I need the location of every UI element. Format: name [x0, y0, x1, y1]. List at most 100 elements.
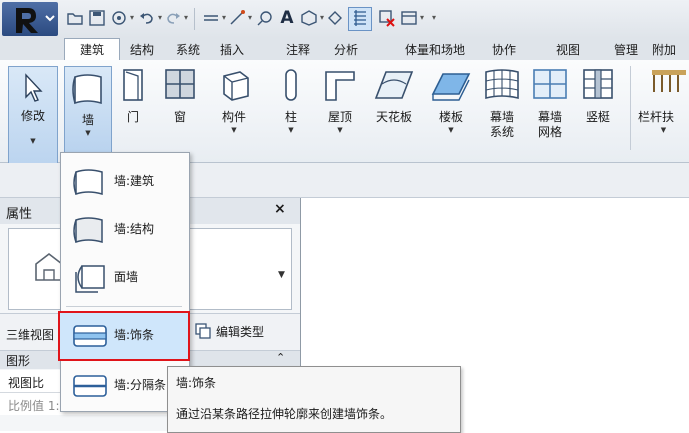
curtain-grid-button[interactable]: 幕墙 网格: [528, 66, 572, 140]
mullion-button[interactable]: 竖梃: [578, 66, 618, 125]
redo-icon[interactable]: [164, 9, 182, 27]
redo-dropdown-icon[interactable]: ▾: [182, 12, 190, 24]
measure-dropdown-icon[interactable]: ▾: [220, 12, 228, 24]
switch-windows-dropdown-icon[interactable]: ▾: [418, 12, 426, 24]
menu-item-wall-structural[interactable]: 墙:结构: [62, 206, 186, 250]
switch-windows-icon[interactable]: [400, 9, 418, 27]
ceiling-button[interactable]: 天花板: [368, 66, 420, 125]
modify-label: 修改: [20, 109, 45, 123]
curtain-system-label: 幕墙 系统: [480, 110, 524, 140]
tab-structure[interactable]: 结构: [122, 40, 162, 60]
ceiling-label: 天花板: [375, 110, 412, 124]
sync-dropdown-icon[interactable]: ▾: [128, 12, 136, 24]
tab-analyze[interactable]: 分析: [326, 40, 366, 60]
revit-logo-icon: [16, 8, 55, 33]
curtain-grid-line2: 网格: [537, 125, 562, 139]
dimension-dropdown-icon[interactable]: ▾: [246, 12, 254, 24]
tab-add-ins[interactable]: 附加: [652, 40, 689, 60]
component-icon: [223, 71, 249, 101]
measure-icon[interactable]: [202, 9, 220, 27]
tab-view[interactable]: 视图: [548, 40, 588, 60]
dimension-icon[interactable]: [228, 9, 246, 27]
door-button[interactable]: 门: [118, 66, 148, 125]
wall-sweep-icon: [73, 325, 107, 347]
thin-lines-icon[interactable]: [348, 7, 372, 31]
tab-architecture[interactable]: 建筑: [64, 38, 120, 61]
roof-icon: [325, 71, 355, 101]
cursor-arrow-icon: [25, 73, 43, 102]
face-wall-icon: [75, 265, 105, 293]
ribbon-separator: [630, 66, 631, 150]
floor-button[interactable]: 楼板 ▼: [426, 66, 476, 135]
menu-item-wall-sweep[interactable]: 墙:饰条: [62, 312, 186, 356]
view-3d-icon[interactable]: [300, 9, 318, 27]
tab-annotate[interactable]: 注释: [278, 40, 318, 60]
section-icon[interactable]: [326, 9, 344, 27]
open-icon[interactable]: [66, 9, 84, 27]
text-icon[interactable]: A: [278, 9, 296, 27]
menu-separator: [66, 306, 182, 307]
floor-dropdown-icon[interactable]: ▼: [426, 125, 476, 135]
ceiling-icon: [374, 71, 414, 99]
floor-label: 楼板: [438, 110, 463, 124]
menu-item-wall-architectural[interactable]: 墙:建筑: [62, 158, 186, 202]
tooltip: 墙:饰条 通过沿某条路径拉伸轮廓来创建墙饰条。: [167, 366, 461, 433]
undo-dropdown-icon[interactable]: ▾: [156, 12, 164, 24]
properties-close-button[interactable]: ×: [274, 201, 286, 217]
mullion-label: 竖梃: [585, 110, 610, 124]
properties-title: 属性: [6, 207, 33, 222]
undo-icon[interactable]: [138, 9, 156, 27]
view-3d-dropdown-icon[interactable]: ▾: [318, 12, 326, 24]
customize-qat-icon[interactable]: ▾: [430, 12, 438, 24]
component-label: 构件: [221, 110, 246, 124]
tag-icon[interactable]: [256, 9, 274, 27]
view-scale-label: 视图比: [8, 376, 45, 390]
tooltip-title: 墙:饰条: [176, 376, 217, 390]
wall-reveal-icon: [73, 375, 107, 397]
edit-type-button[interactable]: 编辑类型: [188, 320, 288, 342]
application-menu-button[interactable]: [2, 2, 58, 36]
modify-button[interactable]: 修改 ▼: [8, 66, 58, 176]
modify-dropdown-icon[interactable]: ▼: [9, 136, 57, 146]
curtain-system-line1: 幕墙: [489, 110, 514, 124]
menu-item-label: 墙:建筑: [114, 174, 155, 188]
curtain-grid-label: 幕墙 网格: [528, 110, 572, 140]
roof-button[interactable]: 屋顶 ▼: [318, 66, 362, 135]
mullion-icon: [583, 69, 613, 99]
sync-icon[interactable]: [110, 9, 128, 27]
view-type-label: 三维视图: [6, 328, 55, 342]
menu-item-face-wall[interactable]: 面墙: [62, 254, 186, 298]
menu-item-label: 墙:饰条: [114, 328, 155, 342]
type-selector-dropdown-icon[interactable]: ▼: [278, 270, 285, 280]
column-button[interactable]: 柱 ▼: [274, 66, 308, 135]
separator: [194, 8, 195, 30]
window-button[interactable]: 窗: [162, 66, 198, 125]
wall-dropdown-icon[interactable]: ▼: [65, 128, 111, 138]
tab-collaborate[interactable]: 协作: [484, 40, 524, 60]
column-dropdown-icon[interactable]: ▼: [274, 125, 308, 135]
tab-insert[interactable]: 插入: [212, 40, 252, 60]
quick-access-toolbar: ▾ ▾ ▾ ▾ ▾ A ▾ ▾ ▾: [0, 0, 689, 38]
curtain-grid-icon: [533, 69, 567, 99]
scale-value-label: 比例值 1:: [8, 399, 60, 413]
curtain-system-icon: [485, 69, 519, 100]
component-dropdown-icon[interactable]: ▼: [210, 125, 258, 135]
tooltip-description: 通过沿某条路径拉伸轮廓来创建墙饰条。: [176, 407, 393, 421]
curtain-system-button[interactable]: 幕墙 系统: [480, 66, 524, 140]
tab-systems[interactable]: 系统: [168, 40, 208, 60]
railing-dropdown-icon[interactable]: ▼: [638, 125, 689, 135]
save-icon[interactable]: [88, 9, 106, 27]
collapse-icon[interactable]: ⌃: [276, 351, 285, 364]
edit-type-label: 编辑类型: [216, 325, 265, 339]
wall-button[interactable]: 墙 ▼: [64, 66, 112, 156]
railing-button[interactable]: 栏杆扶 ▼: [638, 66, 689, 135]
window-label: 窗: [173, 110, 186, 124]
close-views-icon[interactable]: [378, 9, 396, 27]
railing-label: 栏杆扶: [638, 110, 675, 124]
tab-manage[interactable]: 管理: [606, 40, 646, 60]
roof-dropdown-icon[interactable]: ▼: [318, 125, 362, 135]
column-label: 柱: [284, 110, 297, 124]
menu-item-label: 墙:分隔条: [114, 378, 167, 392]
tab-massing-site[interactable]: 体量和场地: [392, 40, 478, 60]
component-button[interactable]: 构件 ▼: [210, 66, 258, 135]
